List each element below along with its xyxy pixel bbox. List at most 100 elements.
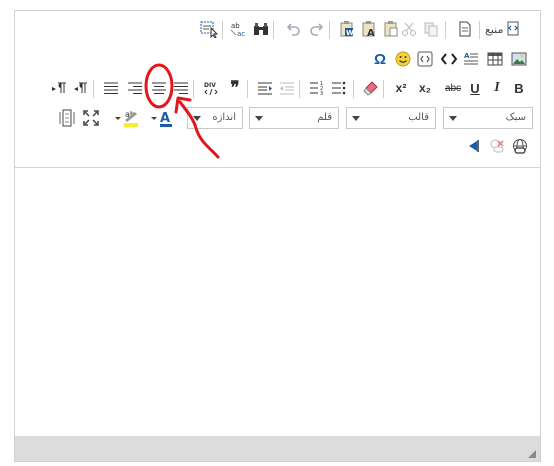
unlink-button[interactable] <box>487 136 507 156</box>
bold-button[interactable]: B <box>509 78 529 98</box>
image-button[interactable] <box>509 49 529 69</box>
toolbar-separator <box>247 80 248 98</box>
toolbar-separator <box>222 21 223 39</box>
source-icon <box>507 21 519 36</box>
source-button[interactable]: منبع <box>485 19 522 39</box>
background-color-button[interactable]: ab <box>113 108 147 128</box>
paste-from-word-button[interactable]: W <box>337 19 357 39</box>
div-icon: DIV <box>204 82 218 96</box>
svg-text:ab: ab <box>231 22 240 30</box>
svg-text:ac: ac <box>237 30 245 38</box>
bulleted-list-icon <box>332 81 346 95</box>
table-button[interactable] <box>485 49 505 69</box>
table-icon <box>487 52 503 66</box>
show-blocks-button[interactable] <box>57 108 77 128</box>
ltr-paragraph-icon <box>52 82 66 93</box>
code-icon <box>441 53 457 65</box>
horizontal-rule-icon: A <box>464 52 478 65</box>
show-blocks-icon <box>59 109 75 127</box>
anchor-button[interactable] <box>463 136 483 156</box>
select-all-icon <box>200 21 218 38</box>
strikethrough-button[interactable]: abc <box>441 78 465 98</box>
decrease-indent-button[interactable] <box>277 78 297 98</box>
undo-icon <box>286 23 300 36</box>
chevron-down-icon <box>352 116 360 121</box>
smiley-icon <box>395 51 411 67</box>
text-color-icon: A <box>151 111 172 127</box>
format-combo[interactable]: قالب <box>346 107 436 129</box>
quote-icon: ❞ <box>230 78 240 97</box>
find-button[interactable] <box>251 19 271 39</box>
outdent-icon <box>280 82 294 95</box>
underline-button[interactable]: U <box>465 78 485 98</box>
styles-combo-label: سبک <box>505 112 526 123</box>
link-button[interactable] <box>510 136 530 156</box>
resize-handle-icon[interactable] <box>528 450 536 458</box>
strikethrough-label: abc <box>444 82 462 94</box>
unlink-icon <box>490 139 504 153</box>
align-right-button[interactable] <box>125 78 145 98</box>
text-direction-rtl-button[interactable] <box>71 78 91 98</box>
increase-indent-button[interactable] <box>255 78 275 98</box>
horizontal-rule-button[interactable]: A <box>461 49 481 69</box>
underline-label: U <box>470 80 480 96</box>
svg-text:DIV: DIV <box>204 82 216 89</box>
toolbar-separator <box>479 21 480 39</box>
subscript-button[interactable]: x₂ <box>415 78 435 98</box>
superscript-button[interactable]: x² <box>391 78 411 98</box>
div-container-button[interactable]: DIV <box>201 78 221 98</box>
undo-button[interactable] <box>283 19 303 39</box>
paste-button[interactable] <box>381 19 401 39</box>
redo-button[interactable] <box>307 19 327 39</box>
maximize-icon <box>83 110 99 126</box>
anchor-flag-icon <box>469 140 479 152</box>
smiley-button[interactable] <box>393 49 413 69</box>
paste-text-button[interactable]: A <box>359 19 379 39</box>
bulleted-list-button[interactable] <box>329 78 349 98</box>
svg-text:A: A <box>464 52 470 60</box>
italic-label: I <box>494 80 500 95</box>
font-combo[interactable]: قلم <box>249 107 339 129</box>
font-size-combo[interactable]: اندازه <box>187 107 243 129</box>
iframe-button[interactable] <box>415 49 435 69</box>
cut-button[interactable] <box>399 19 419 39</box>
svg-text:3: 3 <box>320 91 323 96</box>
new-page-button[interactable] <box>455 19 475 39</box>
highlight-color-icon: ab <box>115 110 138 127</box>
toolbar-separator <box>299 80 300 98</box>
source-button-label: منبع <box>485 22 504 36</box>
numbered-list-button[interactable]: 1 2 3 <box>307 78 327 98</box>
toolbar-separator <box>193 80 194 98</box>
paste-text-icon: A <box>362 21 375 38</box>
text-direction-ltr-button[interactable] <box>49 78 69 98</box>
rich-text-editor: منبع A W ab ac A Ω B I U abc x₂ x² 1 2 3… <box>14 10 541 462</box>
editor-toolbar: منبع A W ab ac A Ω B I U abc x₂ x² 1 2 3… <box>15 11 540 167</box>
styles-combo[interactable]: سبک <box>443 107 533 129</box>
font-size-combo-label: اندازه <box>212 112 236 123</box>
italic-button[interactable]: I <box>487 78 507 98</box>
binoculars-icon <box>254 23 268 35</box>
eraser-icon <box>363 81 378 96</box>
superscript-label: x² <box>395 81 407 95</box>
toolbar-separator <box>353 80 354 98</box>
clipboard-icon <box>384 21 398 37</box>
special-char-button[interactable]: Ω <box>370 49 390 69</box>
select-all-button[interactable] <box>199 19 219 39</box>
toolbar-separator <box>93 80 94 98</box>
align-center-button[interactable] <box>149 78 169 98</box>
blockquote-button[interactable]: ❞ <box>225 78 245 98</box>
remove-format-button[interactable] <box>361 78 381 98</box>
editor-content-area[interactable] <box>15 167 540 438</box>
text-color-button[interactable]: A <box>149 108 179 128</box>
justify-button[interactable] <box>171 78 191 98</box>
copy-button[interactable] <box>421 19 441 39</box>
svg-text:A: A <box>367 28 375 38</box>
chevron-down-icon <box>449 116 457 121</box>
code-snippet-button[interactable] <box>439 49 459 69</box>
redo-icon <box>310 23 324 36</box>
replace-icon: ab ac <box>230 22 245 38</box>
toolbar-separator <box>383 80 384 98</box>
replace-button[interactable]: ab ac <box>229 19 249 39</box>
align-left-button[interactable] <box>101 78 121 98</box>
maximize-button[interactable] <box>81 108 101 128</box>
